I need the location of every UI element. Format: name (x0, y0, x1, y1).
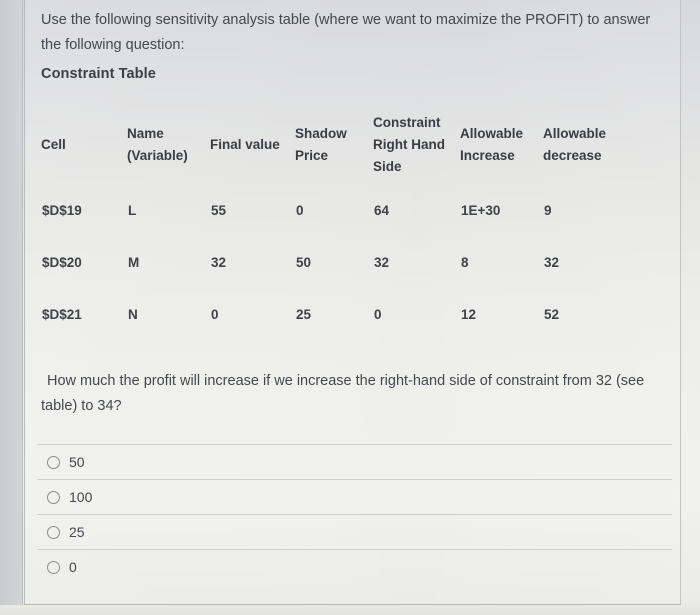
column-header-shadow-price-line2: Price (295, 148, 329, 163)
photo-background: Use the following sensitivity analysis t… (0, 0, 700, 615)
column-header-cell: Cell (41, 106, 127, 184)
column-header-final-value: Final value (210, 106, 295, 184)
column-header-final-value-line1: Final value (210, 137, 280, 152)
question-text: How much the profit will increase if we … (41, 373, 645, 414)
table-row: $D$21 N 0 25 0 12 52 (41, 288, 641, 340)
radio-button-icon[interactable] (47, 455, 60, 469)
column-header-allowable-decrease: Allowable decrease (543, 106, 641, 184)
radio-button-icon[interactable] (47, 560, 60, 574)
variable-name: M (128, 254, 140, 270)
answer-option-1[interactable]: 50 (37, 445, 672, 479)
allowable-decrease: 9 (544, 202, 552, 218)
shadow-price: 25 (296, 306, 312, 322)
answer-option-label: 100 (69, 489, 93, 505)
variable-name: N (128, 306, 138, 322)
variable-name: L (128, 202, 137, 218)
constraint-rhs: 0 (374, 306, 382, 322)
question-content: Use the following sensitivity analysis t… (0, 0, 700, 615)
final-value: 55 (211, 202, 227, 218)
column-header-constraint-rhs-line3: Side (373, 159, 402, 174)
column-header-name-line2: (Variable) (127, 148, 188, 163)
table-row: $D$20 M 32 50 32 8 32 (41, 236, 641, 288)
column-header-constraint-rhs: Constraint Right Hand Side (373, 106, 460, 184)
column-header-cell-line1: Cell (41, 137, 66, 152)
cell-reference: $D$20 (42, 254, 82, 270)
shadow-price: 0 (296, 202, 304, 218)
allowable-decrease: 32 (544, 254, 560, 270)
table-header-row: Cell Name (Variable) Final value Shadow … (41, 106, 641, 184)
constraint-table: Cell Name (Variable) Final value Shadow … (41, 106, 641, 340)
column-header-name-line1: Name (127, 126, 164, 141)
answer-option-2[interactable]: 100 (37, 480, 672, 514)
column-header-allowable-decrease-line1: Allowable (543, 126, 607, 141)
column-header-constraint-rhs-line1: Constraint (373, 115, 441, 130)
table-head: Cell Name (Variable) Final value Shadow … (41, 106, 641, 184)
constraint-rhs: 32 (374, 254, 390, 270)
allowable-increase: 8 (461, 254, 469, 270)
column-header-shadow-price: Shadow Price (295, 106, 373, 184)
column-header-allowable-increase-line2: Increase (460, 148, 515, 163)
allowable-decrease: 52 (544, 306, 560, 322)
final-value: 0 (211, 306, 219, 322)
answer-options-list: 50 100 25 0 (37, 444, 672, 584)
table-row: $D$19 L 55 0 64 1E+30 9 (41, 184, 641, 236)
shadow-price: 50 (296, 254, 312, 270)
column-header-allowable-decrease-line2: decrease (543, 148, 602, 163)
answer-option-label: 50 (69, 454, 85, 470)
allowable-increase: 12 (461, 306, 477, 322)
constraint-rhs: 64 (374, 202, 390, 218)
column-header-allowable-increase: Allowable Increase (460, 106, 543, 184)
radio-button-icon[interactable] (47, 525, 60, 539)
table-body: $D$19 L 55 0 64 1E+30 9 $D$20 M 32 50 32… (41, 184, 641, 340)
answer-option-label: 0 (69, 559, 77, 575)
column-header-name: Name (Variable) (127, 106, 210, 184)
cell-reference: $D$21 (42, 306, 82, 322)
column-header-allowable-increase-line1: Allowable (460, 126, 524, 141)
section-title: Constraint Table (41, 66, 156, 82)
answer-option-4[interactable]: 0 (37, 550, 672, 584)
answer-option-label: 25 (69, 524, 85, 540)
cell-reference: $D$19 (42, 202, 82, 218)
column-header-constraint-rhs-line2: Right Hand (373, 137, 445, 152)
final-value: 32 (211, 254, 227, 270)
intro-text: Use the following sensitivity analysis t… (41, 12, 651, 53)
column-header-shadow-price-line1: Shadow (295, 126, 347, 141)
radio-button-icon[interactable] (47, 490, 60, 504)
answer-option-3[interactable]: 25 (37, 515, 672, 549)
allowable-increase: 1E+30 (461, 202, 501, 218)
